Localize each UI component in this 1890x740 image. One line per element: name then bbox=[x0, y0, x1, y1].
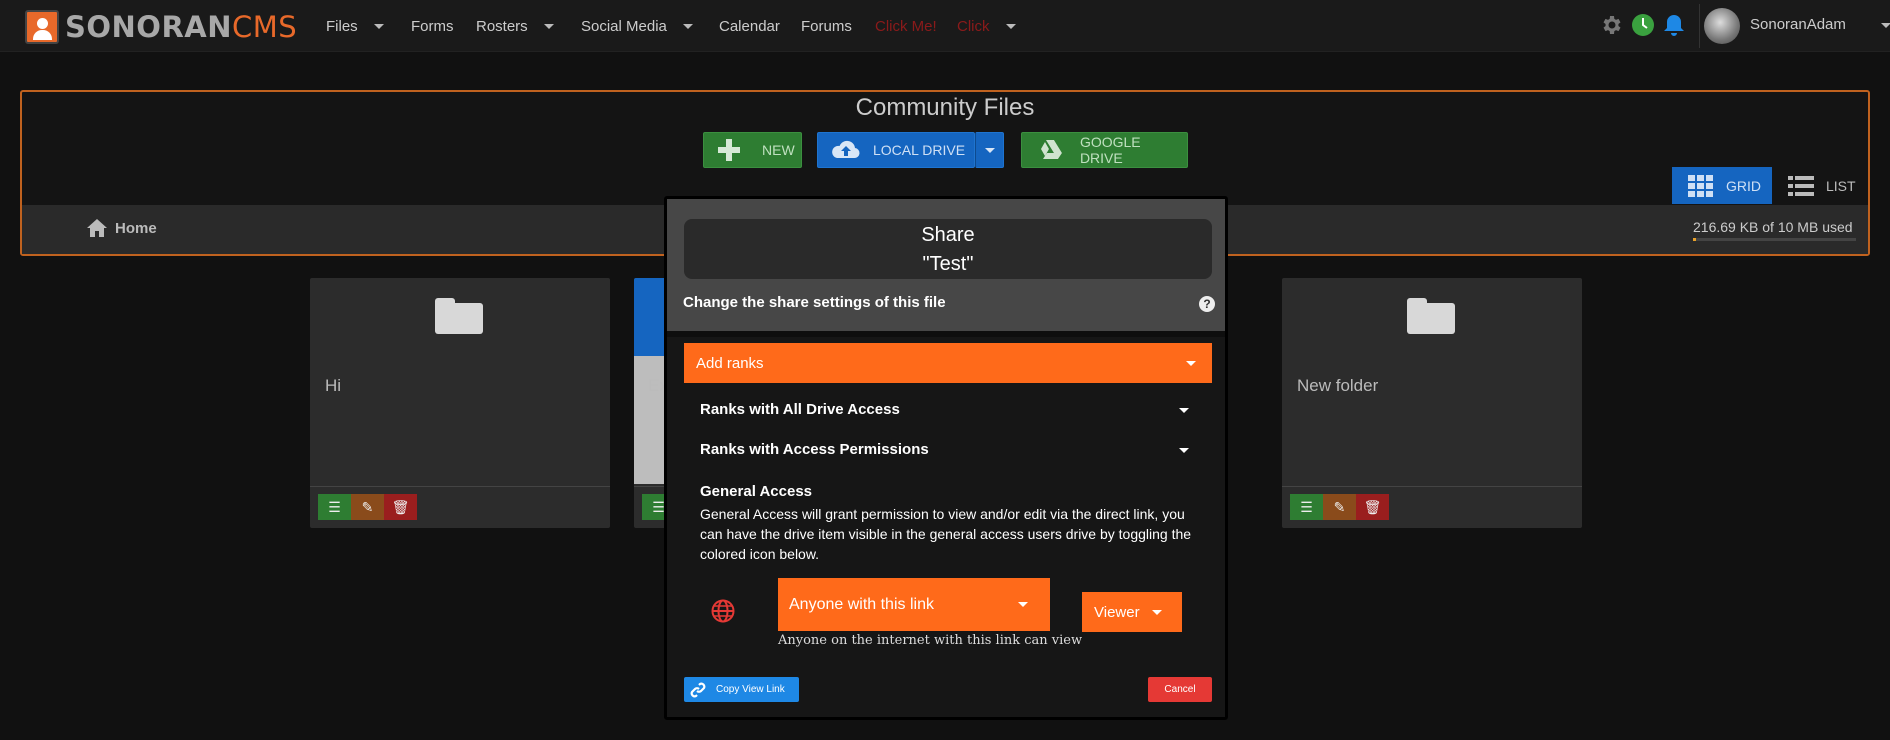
chevron-down-icon bbox=[1005, 23, 1016, 29]
local-drive-dropdown[interactable] bbox=[975, 132, 1004, 168]
general-access-description: General Access will grant permission to … bbox=[700, 506, 1192, 562]
copy-view-link-button[interactable]: Copy View Link bbox=[684, 677, 799, 702]
folder-name: Hi bbox=[325, 376, 342, 395]
menu-icon[interactable]: ☰ bbox=[1290, 494, 1323, 520]
chevron-down-icon[interactable] bbox=[1179, 448, 1189, 453]
role-select[interactable]: Viewer bbox=[1082, 592, 1182, 632]
grid-view-button[interactable]: GRID bbox=[1672, 167, 1772, 204]
chevron-down-icon bbox=[682, 23, 693, 29]
local-drive-button[interactable]: LOCAL DRIVE bbox=[817, 132, 975, 168]
cloud-upload-icon bbox=[832, 140, 860, 159]
folder-icon bbox=[435, 298, 483, 334]
nav-divider bbox=[1699, 4, 1700, 48]
modal-title: Share "Test" bbox=[684, 219, 1212, 279]
plus-icon bbox=[718, 139, 740, 161]
brand-name: SONORANCMS bbox=[65, 10, 298, 44]
gear-icon[interactable] bbox=[1599, 13, 1623, 37]
chevron-down-icon bbox=[984, 147, 995, 153]
chevron-down-icon bbox=[373, 23, 384, 29]
general-access-title: General Access bbox=[700, 483, 813, 500]
nav-menu: Files bbox=[326, 0, 384, 52]
link-scope-select[interactable]: Anyone with this link bbox=[778, 578, 1050, 631]
top-navbar: SONORANCMS Files Forms Rosters Social Me… bbox=[0, 0, 1890, 52]
access-permissions-toggle[interactable]: Ranks with Access Permissions bbox=[700, 441, 929, 458]
list-view-button[interactable]: LIST bbox=[1778, 167, 1860, 204]
cancel-button[interactable]: Cancel bbox=[1148, 677, 1212, 702]
chevron-down-icon[interactable] bbox=[1881, 23, 1890, 28]
edit-icon[interactable]: ✎ bbox=[351, 494, 384, 520]
folder-card[interactable]: Hi ☰ ✎ 🗑 bbox=[310, 278, 610, 528]
new-button[interactable]: NEW bbox=[703, 132, 802, 168]
chevron-down-icon[interactable] bbox=[1179, 408, 1189, 413]
avatar[interactable] bbox=[1704, 8, 1740, 44]
share-modal: Share "Test" Change the share settings o… bbox=[664, 196, 1228, 720]
all-drive-access-toggle[interactable]: Ranks with All Drive Access bbox=[700, 401, 900, 418]
nav-click-me[interactable]: Click Me! bbox=[875, 18, 937, 35]
nav-forms[interactable]: Forms bbox=[411, 18, 454, 35]
list-icon bbox=[1788, 175, 1814, 196]
chevron-down-icon bbox=[1152, 610, 1162, 615]
chevron-down-icon bbox=[1186, 361, 1196, 366]
help-icon[interactable]: ? bbox=[1199, 296, 1215, 312]
brand-logo[interactable]: SONORANCMS bbox=[25, 10, 297, 44]
nav-rosters[interactable]: Rosters bbox=[476, 18, 554, 35]
storage-usage-text: 216.69 KB of 10 MB used bbox=[1693, 219, 1853, 235]
trash-icon[interactable]: 🗑 bbox=[1356, 494, 1389, 520]
chevron-down-icon bbox=[543, 23, 554, 29]
folder-name: New folder bbox=[1297, 376, 1379, 395]
folder-card[interactable]: New folder ☰ ✎ 🗑 bbox=[1282, 278, 1582, 528]
breadcrumb-home[interactable]: Home bbox=[87, 219, 157, 237]
nav-click[interactable]: Click bbox=[957, 18, 1016, 35]
globe-icon[interactable] bbox=[711, 599, 735, 623]
link-icon bbox=[690, 682, 706, 697]
link-scope-description: Anyone on the internet with this link ca… bbox=[778, 633, 1083, 648]
menu-icon[interactable]: ☰ bbox=[318, 494, 351, 520]
add-ranks-select[interactable]: Add ranks bbox=[684, 343, 1212, 383]
nav-social-media[interactable]: Social Media bbox=[581, 18, 693, 35]
username[interactable]: SonoranAdam bbox=[1750, 16, 1846, 33]
nav-calendar[interactable]: Calendar bbox=[719, 18, 780, 35]
storage-usage-bar bbox=[1693, 238, 1856, 241]
nav-files[interactable]: Files bbox=[326, 18, 384, 35]
folder-icon bbox=[1407, 298, 1455, 334]
page-title: Community Files bbox=[855, 94, 1035, 121]
trash-icon[interactable]: 🗑 bbox=[384, 494, 417, 520]
logo-icon bbox=[25, 10, 59, 44]
edit-icon[interactable]: ✎ bbox=[1323, 494, 1356, 520]
google-drive-icon bbox=[1040, 140, 1062, 159]
home-icon bbox=[87, 219, 107, 237]
modal-header: Share "Test" Change the share settings o… bbox=[667, 199, 1225, 331]
bell-icon[interactable] bbox=[1663, 13, 1685, 37]
chevron-down-icon bbox=[1018, 602, 1028, 607]
google-drive-button[interactable]: GOOGLE DRIVE bbox=[1021, 132, 1188, 168]
modal-subtitle: Change the share settings of this file bbox=[683, 294, 946, 311]
grid-icon bbox=[1688, 174, 1713, 197]
clock-icon[interactable] bbox=[1631, 13, 1655, 37]
nav-forums[interactable]: Forums bbox=[801, 18, 852, 35]
